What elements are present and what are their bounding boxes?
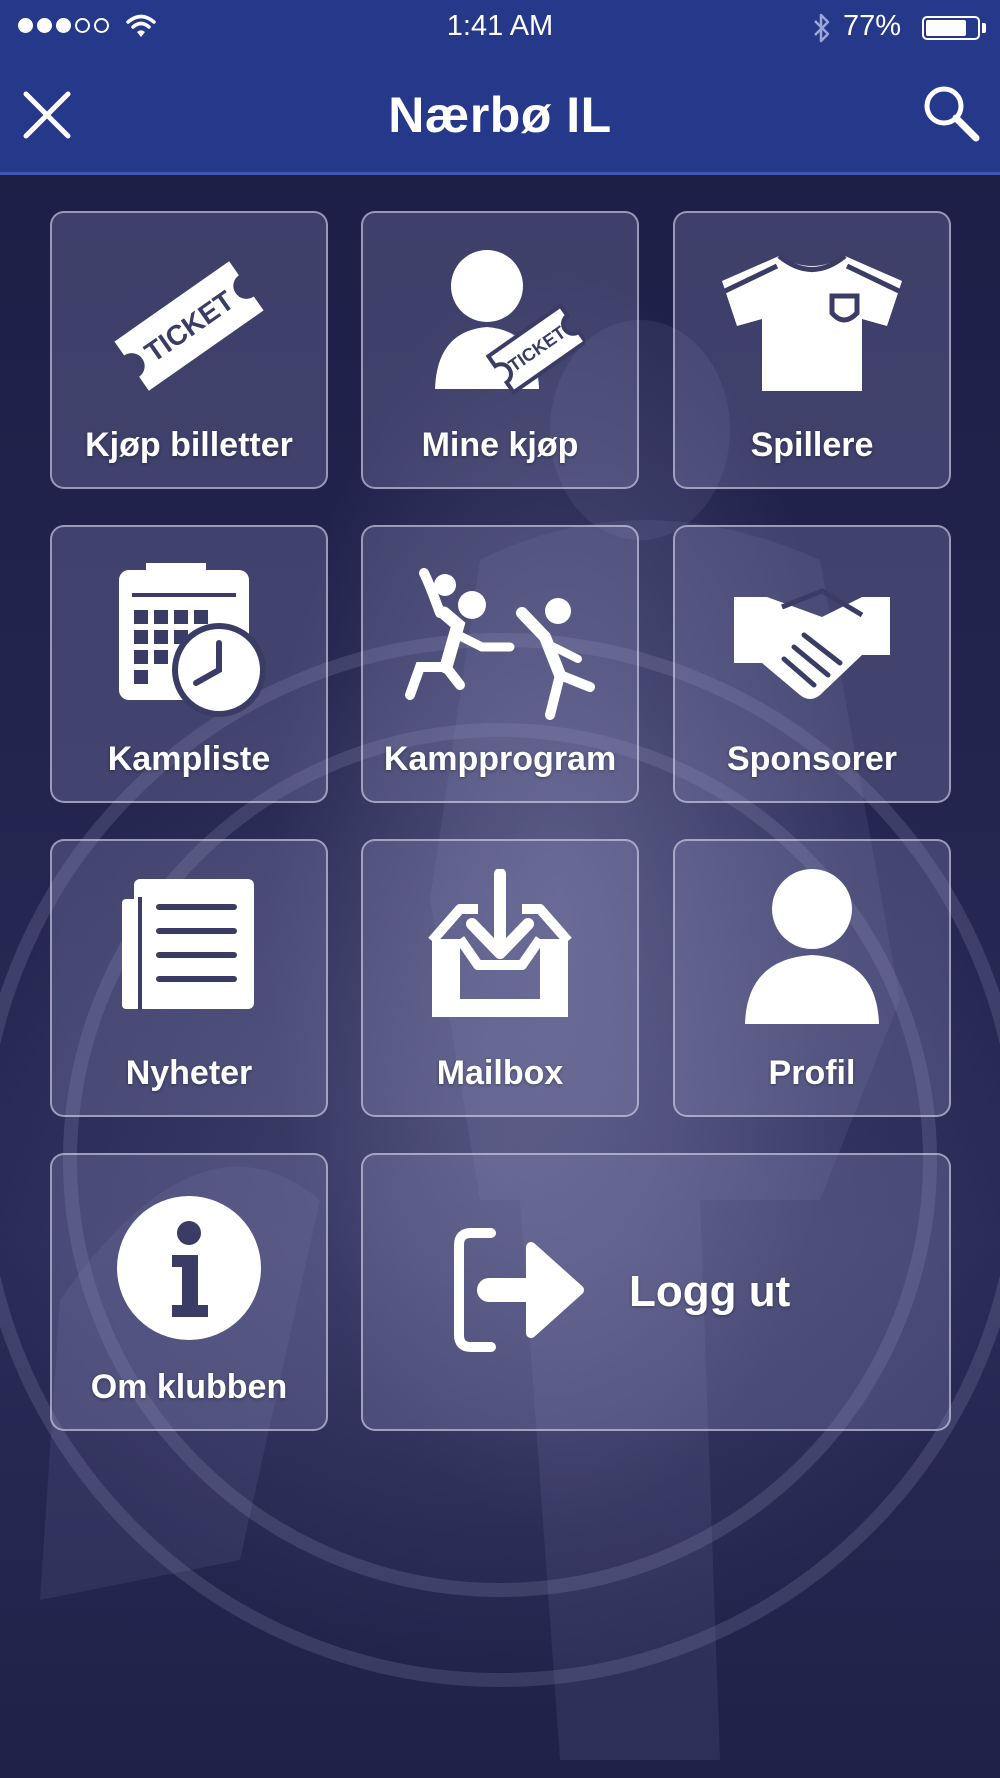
menu-item-profil[interactable]: Profil xyxy=(673,839,951,1117)
battery-icon xyxy=(922,16,980,40)
status-bar: 1:41 AM 77% xyxy=(0,0,1000,56)
newspaper-icon xyxy=(122,879,254,1009)
menu-item-om-klubben[interactable]: Om klubben xyxy=(50,1153,328,1431)
menu-item-label: Om klubben xyxy=(90,1368,288,1406)
menu-item-label: Logg ut xyxy=(629,1267,791,1316)
menu-item-label: Spillere xyxy=(750,426,874,464)
menu-item-mine-kjop[interactable]: TICKET Mine kjøp xyxy=(361,211,639,489)
battery-tip xyxy=(982,23,986,33)
logout-icon xyxy=(454,1228,584,1352)
menu-item-label: Mailbox xyxy=(436,1054,564,1092)
menu-item-logg-ut[interactable]: Logg ut xyxy=(361,1153,951,1431)
inbox-download-icon xyxy=(428,869,572,1017)
handshake-icon xyxy=(734,588,890,699)
person-icon xyxy=(745,869,879,1024)
menu-item-kampliste[interactable]: Kampliste xyxy=(50,525,328,803)
menu-item-label: Kampprogram xyxy=(383,740,617,778)
menu-item-label: Sponsorer xyxy=(726,740,898,778)
menu-item-kampprogram[interactable]: Kampprogram xyxy=(361,525,639,803)
menu-item-label: Mine kjøp xyxy=(421,426,579,464)
search-icon[interactable] xyxy=(920,82,982,144)
menu-item-spillere[interactable]: Spillere xyxy=(673,211,951,489)
bluetooth-icon xyxy=(814,13,830,43)
page-title: Nærbø IL xyxy=(388,87,612,143)
app-header: Nærbø IL xyxy=(0,56,1000,175)
info-icon xyxy=(117,1196,261,1340)
menu-item-mailbox[interactable]: Mailbox xyxy=(361,839,639,1117)
menu-item-kjop-billetter[interactable]: TICKET Kjøp billetter xyxy=(50,211,328,489)
ticket-icon: TICKET xyxy=(114,261,264,391)
menu-item-label: Profil xyxy=(768,1054,856,1092)
menu-item-sponsorer[interactable]: Sponsorer xyxy=(673,525,951,803)
jersey-icon xyxy=(722,254,902,391)
user-ticket-icon: TICKET xyxy=(435,250,585,396)
menu-item-nyheter[interactable]: Nyheter xyxy=(50,839,328,1117)
menu-item-label: Kjøp billetter xyxy=(85,426,293,464)
calendar-clock-icon xyxy=(119,563,266,717)
battery-percent: 77% xyxy=(843,10,902,42)
handball-players-icon xyxy=(405,568,595,720)
menu-item-label: Nyheter xyxy=(125,1054,253,1092)
menu-item-label: Kampliste xyxy=(107,740,271,778)
